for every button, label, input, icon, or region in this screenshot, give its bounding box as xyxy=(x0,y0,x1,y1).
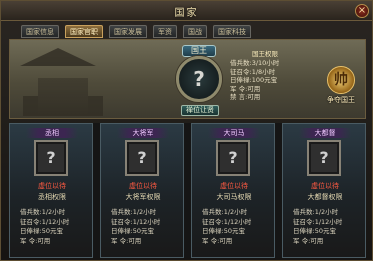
officer-card-chancellor: 丞相 ? 虚位以待 丞相权限 借兵数:1/2小时 征召令:1/12小时 日俸禄:… xyxy=(9,123,93,258)
king-permissions-title: 国王权限 xyxy=(252,50,278,58)
officer-perm-line: 借兵数:1/2小时 xyxy=(202,208,248,216)
officer-perm-line: 借兵数:1/2小时 xyxy=(111,208,157,216)
officer-permissions: 借兵数:1/2小时 征召令:1/12小时 日俸禄:50元宝 军 令:可用 xyxy=(111,208,181,246)
officer-title: 丞相 xyxy=(26,128,78,138)
abdicate-button[interactable]: 禅位让贤 xyxy=(181,105,219,116)
king-perm-line: 日俸禄:100元宝 xyxy=(230,76,278,85)
country-window: 国家 × 国家信息 国家官职 国家发展 军资 国战 国家科技 国王 ? 禅位让贤… xyxy=(0,0,373,261)
king-perm-line: 禁 言:可用 xyxy=(230,93,261,102)
tab-country-officials[interactable]: 国家官职 xyxy=(65,25,103,38)
officer-permissions: 借兵数:1/2小时 征召令:1/12小时 日俸禄:50元宝 军 令:可用 xyxy=(20,208,90,246)
officer-cards: 丞相 ? 虚位以待 丞相权限 借兵数:1/2小时 征召令:1/12小时 日俸禄:… xyxy=(9,123,366,258)
general-helmet-icon: 帅 xyxy=(327,66,355,94)
window-title: 国家 xyxy=(174,8,199,19)
officer-portrait-slot[interactable]: ? xyxy=(216,140,250,176)
officer-permissions-title: 大将军权限 xyxy=(125,193,161,201)
officer-perm-line: 军 令:可用 xyxy=(202,236,233,245)
officer-title: 大将军 xyxy=(117,128,169,138)
officer-perm-line: 日俸禄:50元宝 xyxy=(293,227,336,236)
tab-country-tech[interactable]: 国家科技 xyxy=(213,25,251,38)
tab-bar: 国家信息 国家官职 国家发展 军资 国战 国家科技 xyxy=(21,25,251,39)
tab-national-war[interactable]: 国战 xyxy=(183,25,207,38)
officer-perm-line: 军 令:可用 xyxy=(20,236,51,245)
close-button[interactable]: × xyxy=(355,4,369,18)
officer-portrait-slot[interactable]: ? xyxy=(307,140,341,176)
palace-roof xyxy=(20,48,96,66)
officer-permissions: 借兵数:1/2小时 征召令:1/12小时 日俸禄:50元宝 军 令:可用 xyxy=(202,208,272,246)
officer-perm-line: 军 令:可用 xyxy=(111,236,142,245)
king-section: 国王 ? 禅位让贤 国王权限 借兵数:3/10小时 征召令:1/8小时 日俸禄:… xyxy=(9,39,366,119)
tab-country-info[interactable]: 国家信息 xyxy=(21,25,59,38)
seize-king-label: 争夺国王 xyxy=(327,96,355,104)
officer-title: 大都督 xyxy=(299,128,351,138)
officer-card-grand-general: 大将军 ? 虚位以待 大将军权限 借兵数:1/2小时 征召令:1/12小时 日俸… xyxy=(100,123,184,258)
officer-permissions: 借兵数:1/2小时 征召令:1/12小时 日俸禄:50元宝 军 令:可用 xyxy=(293,208,363,246)
officer-perm-line: 日俸禄:50元宝 xyxy=(202,227,245,236)
officer-perm-line: 日俸禄:50元宝 xyxy=(20,227,63,236)
officer-status: 虚位以待 xyxy=(311,182,339,190)
king-perm-line: 军 令:可用 xyxy=(230,84,261,93)
officer-perm-line: 借兵数:1/2小时 xyxy=(293,208,339,216)
tab-country-development[interactable]: 国家发展 xyxy=(109,25,147,38)
seize-king-button[interactable]: 帅 争夺国王 xyxy=(321,66,361,108)
officer-perm-line: 征召令:1/12小时 xyxy=(202,217,252,226)
officer-status: 虚位以待 xyxy=(220,182,248,190)
officer-status: 虚位以待 xyxy=(38,182,66,190)
officer-title: 大司马 xyxy=(208,128,260,138)
title-bar: 国家 × xyxy=(1,1,372,21)
officer-permissions-title: 大都督权限 xyxy=(307,193,343,201)
king-perm-line: 借兵数:3/10小时 xyxy=(230,59,280,68)
king-portrait-slot[interactable]: ? xyxy=(176,56,222,102)
king-permissions: 国王权限 借兵数:3/10小时 征召令:1/8小时 日俸禄:100元宝 军 令:… xyxy=(230,50,300,112)
officer-permissions-title: 丞相权限 xyxy=(38,193,66,201)
officer-perm-line: 军 令:可用 xyxy=(293,236,324,245)
officer-status: 虚位以待 xyxy=(129,182,157,190)
officer-card-grand-commander: 大都督 ? 虚位以待 大都督权限 借兵数:1/2小时 征召令:1/12小时 日俸… xyxy=(282,123,366,258)
officer-perm-line: 日俸禄:50元宝 xyxy=(111,227,154,236)
officer-permissions-title: 大司马权限 xyxy=(216,193,252,201)
officer-perm-line: 借兵数:1/2小时 xyxy=(20,208,66,216)
officer-perm-line: 征召令:1/12小时 xyxy=(293,217,343,226)
king-perm-line: 征召令:1/8小时 xyxy=(230,67,276,76)
officer-portrait-slot[interactable]: ? xyxy=(34,140,68,176)
officer-perm-line: 征召令:1/12小时 xyxy=(20,217,70,226)
tab-military-resources[interactable]: 军资 xyxy=(153,25,177,38)
officer-perm-line: 征召令:1/12小时 xyxy=(111,217,161,226)
officer-portrait-slot[interactable]: ? xyxy=(125,140,159,176)
officer-card-grand-marshal: 大司马 ? 虚位以待 大司马权限 借兵数:1/2小时 征召令:1/12小时 日俸… xyxy=(191,123,275,258)
